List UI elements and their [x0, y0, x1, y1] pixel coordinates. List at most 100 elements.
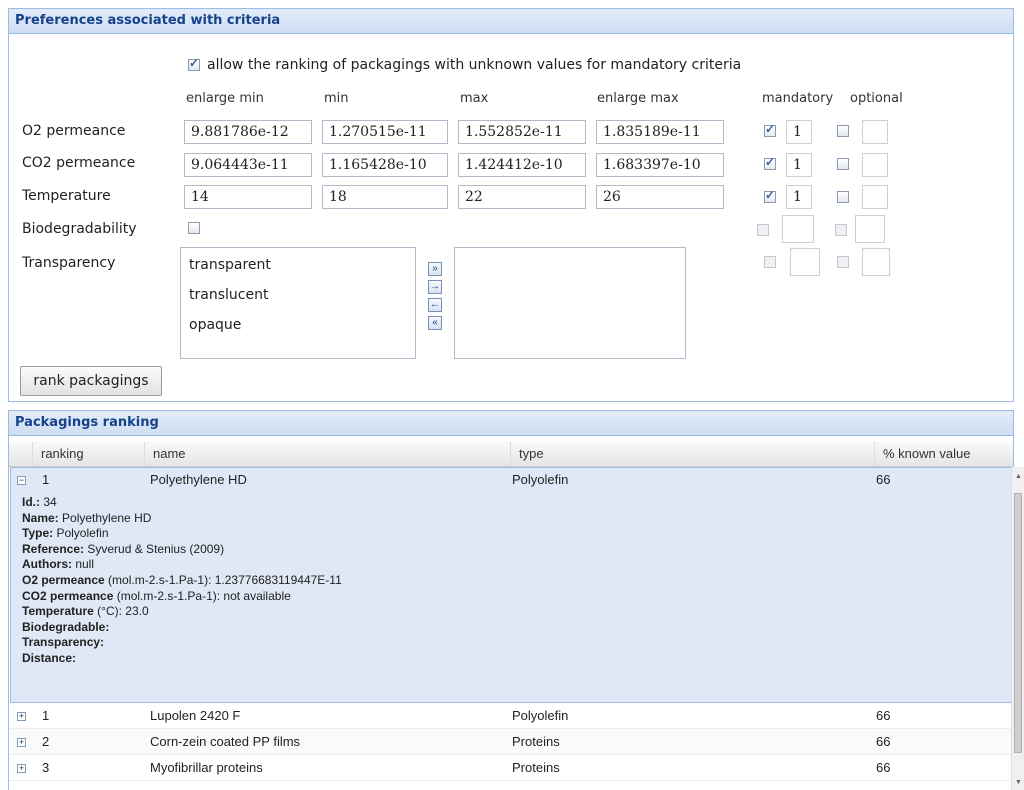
detail-distance: Distance:	[22, 650, 77, 665]
expanded-row-name: Polyethylene HD	[150, 472, 247, 487]
column-header-ranking[interactable]: ranking	[33, 442, 145, 466]
add-arrow-icon[interactable]: →	[428, 280, 442, 294]
transparency-mandatory-weight[interactable]	[790, 248, 820, 276]
row-type: Polyolefin	[512, 708, 569, 723]
co2-mandatory-weight[interactable]: 1	[786, 153, 812, 177]
ranking-grid-header: ranking name type % known value	[9, 442, 1013, 467]
detail-authors: Authors: null	[22, 557, 95, 572]
temperature-mandatory-checkbox[interactable]	[764, 188, 776, 203]
column-header-type[interactable]: type	[511, 442, 875, 466]
col-header-max: max	[460, 91, 489, 106]
expand-row-icon[interactable]: +	[17, 738, 26, 747]
o2-max-input[interactable]: 1.552852e-11	[458, 120, 586, 144]
co2-optional-checkbox[interactable]	[837, 158, 849, 170]
remove-arrow-icon[interactable]: ←	[428, 298, 442, 312]
expand-row-icon[interactable]: +	[17, 712, 26, 721]
criterion-label-transparency: Transparency	[22, 255, 116, 271]
remove-all-arrow-icon[interactable]: «	[428, 316, 442, 330]
detail-name: Name: Polyethylene HD	[22, 510, 152, 525]
table-row[interactable]: + 2 Corn-zein coated PP films Proteins 6…	[10, 729, 1014, 755]
temperature-mandatory-weight[interactable]: 1	[786, 185, 812, 209]
detail-biodegradable: Biodegradable:	[22, 619, 110, 634]
table-row[interactable]: + 1 Lupolen 2420 F Polyolefin 66	[10, 703, 1014, 729]
o2-enlarge-max-input[interactable]: 1.835189e-11	[596, 120, 724, 144]
o2-optional-checkbox[interactable]	[837, 125, 849, 137]
preferences-panel-title: Preferences associated with criteria	[9, 9, 1013, 34]
o2-min-input[interactable]: 1.270515e-11	[322, 120, 448, 144]
criterion-label-temperature: Temperature	[22, 188, 111, 204]
o2-mandatory-weight[interactable]: 1	[786, 120, 812, 144]
temperature-optional-checkbox[interactable]	[837, 191, 849, 203]
biodegradability-mandatory-checkbox[interactable]	[757, 224, 769, 236]
co2-max-input[interactable]: 1.424412e-10	[458, 153, 586, 177]
allow-unknown-checkbox[interactable]	[188, 56, 200, 71]
rank-packagings-button[interactable]: rank packagings	[20, 366, 162, 396]
row-known-value: 66	[876, 760, 891, 775]
o2-optional-weight[interactable]	[862, 120, 888, 144]
column-header-known-value[interactable]: % known value	[875, 442, 1013, 466]
row-known-value: 66	[876, 734, 891, 749]
co2-optional-weight[interactable]	[862, 153, 888, 177]
co2-mandatory-checkbox[interactable]	[764, 155, 776, 170]
collapse-row-icon[interactable]: −	[17, 476, 26, 485]
scrollbar-thumb[interactable]	[1014, 493, 1022, 753]
column-header-name[interactable]: name	[145, 442, 511, 466]
biodegradability-optional-weight[interactable]	[855, 215, 885, 243]
packaging-details: Id.: 34 Name: Polyethylene HD Type: Poly…	[22, 495, 342, 667]
transparency-selected-list[interactable]	[454, 247, 686, 359]
criterion-label-biodegradability: Biodegradability	[22, 221, 137, 237]
transparency-optional-checkbox[interactable]	[837, 256, 849, 268]
biodegradability-optional-checkbox[interactable]	[835, 224, 847, 236]
col-header-mandatory: mandatory	[762, 91, 834, 106]
expanded-row-type: Polyolefin	[512, 472, 569, 487]
detail-type: Type: Polyolefin	[22, 526, 109, 541]
ranking-panel-title: Packagings ranking	[9, 411, 1013, 436]
expanded-row-rank: 1	[42, 472, 50, 487]
temperature-enlarge-min-input[interactable]: 14	[184, 185, 312, 209]
row-name: Corn-zein coated PP films	[150, 734, 301, 749]
transparency-mandatory-checkbox[interactable]	[764, 256, 776, 268]
detail-o2-permeance: O2 permeance (mol.m-2.s-1.Pa-1): 1.23776…	[22, 572, 342, 587]
o2-mandatory-checkbox[interactable]	[764, 122, 776, 137]
transparency-option-transparent[interactable]: transparent	[181, 252, 415, 282]
temperature-max-input[interactable]: 22	[458, 185, 586, 209]
co2-min-input[interactable]: 1.165428e-10	[322, 153, 448, 177]
row-type: Proteins	[512, 760, 560, 775]
detail-reference: Reference: Syverud & Stenius (2009)	[22, 541, 225, 556]
transparency-option-opaque[interactable]: opaque	[181, 312, 415, 342]
expanded-row-known-value: 66	[876, 472, 891, 487]
table-row-partial[interactable]	[10, 781, 1014, 790]
transparency-available-list[interactable]: transparent translucent opaque	[180, 247, 416, 359]
table-row[interactable]: + 3 Myofibrillar proteins Proteins 66	[10, 755, 1014, 781]
biodegradability-checkbox[interactable]	[188, 222, 200, 234]
allow-unknown-label: allow the ranking of packagings with unk…	[207, 57, 742, 73]
row-known-value: 66	[876, 708, 891, 723]
add-all-arrow-icon[interactable]: »	[428, 262, 442, 276]
ranking-scrollbar[interactable]: ▲ ▼	[1011, 467, 1024, 790]
row-rank: 1	[42, 708, 50, 723]
o2-enlarge-min-input[interactable]: 9.881786e-12	[184, 120, 312, 144]
col-header-enlarge-min: enlarge min	[186, 91, 264, 106]
transparency-option-translucent[interactable]: translucent	[181, 282, 415, 312]
scroll-down-arrow-icon[interactable]: ▼	[1015, 779, 1022, 786]
co2-enlarge-max-input[interactable]: 1.683397e-10	[596, 153, 724, 177]
biodegradability-mandatory-weight[interactable]	[782, 215, 814, 243]
transparency-optional-weight[interactable]	[862, 248, 890, 276]
col-header-min: min	[324, 91, 349, 106]
temperature-min-input[interactable]: 18	[322, 185, 448, 209]
temperature-enlarge-max-input[interactable]: 26	[596, 185, 724, 209]
criterion-label-co2: CO2 permeance	[22, 155, 136, 171]
detail-id: Id.: 34	[22, 495, 57, 509]
detail-transparency: Transparency:	[22, 635, 105, 650]
detail-co2-permeance: CO2 permeance (mol.m-2.s-1.Pa-1): not av…	[22, 588, 291, 603]
row-type: Proteins	[512, 734, 560, 749]
temperature-optional-weight[interactable]	[862, 185, 888, 209]
scroll-up-arrow-icon[interactable]: ▲	[1015, 473, 1022, 480]
row-name: Myofibrillar proteins	[150, 760, 263, 775]
expand-row-icon[interactable]: +	[17, 764, 26, 773]
detail-temperature: Temperature (°C): 23.0	[22, 604, 149, 619]
col-header-optional: optional	[850, 91, 903, 106]
co2-enlarge-min-input[interactable]: 9.064443e-11	[184, 153, 312, 177]
row-rank: 2	[42, 734, 50, 749]
row-rank: 3	[42, 760, 50, 775]
